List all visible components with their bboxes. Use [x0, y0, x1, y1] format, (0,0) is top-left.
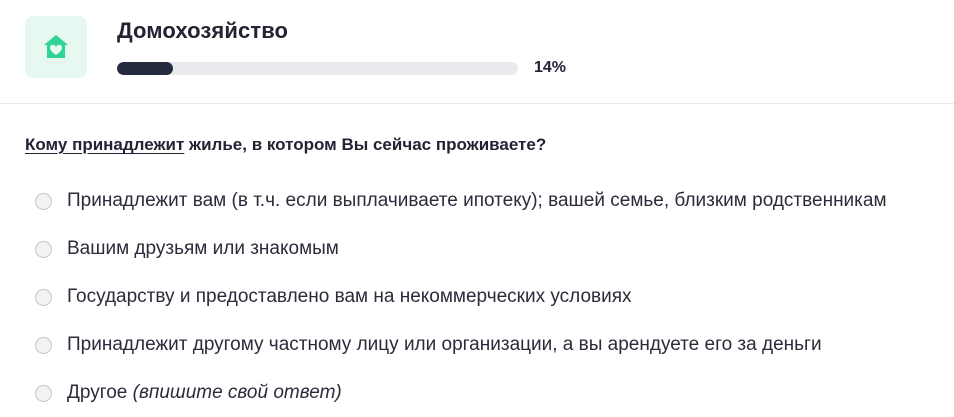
house-heart-icon	[44, 35, 68, 58]
radio-button[interactable]	[35, 192, 52, 210]
answer-option-label: Принадлежит другому частному лицу или ор…	[67, 334, 822, 355]
progress-bar	[117, 62, 518, 75]
answer-option-label: Государству и предоставлено вам на неком…	[67, 286, 632, 307]
answer-option-hint: (впишите свой ответ)	[132, 382, 342, 403]
question-text-rest: жилье, в котором Вы сейчас проживаете?	[184, 135, 547, 154]
answer-option-other[interactable]: Другое (впишите свой ответ)	[35, 369, 887, 417]
answer-options: Принадлежит вам (в т.ч. если выплачивает…	[35, 177, 887, 417]
answer-option[interactable]: Вашим друзьям или знакомым	[35, 225, 887, 273]
radio-button[interactable]	[35, 384, 52, 402]
question-term-link[interactable]: Кому принадлежит	[25, 135, 184, 154]
answer-option-label: Другое (впишите свой ответ)	[67, 382, 342, 404]
progress-bar-fill	[117, 62, 174, 75]
answer-option[interactable]: Принадлежит другому частному лицу или ор…	[35, 321, 887, 369]
answer-option[interactable]: Принадлежит вам (в т.ч. если выплачивает…	[35, 177, 887, 225]
radio-button[interactable]	[35, 336, 52, 354]
question-text: Кому принадлежит жилье, в котором Вы сей…	[25, 135, 546, 155]
progress-percent: 14%	[534, 59, 567, 76]
answer-option[interactable]: Государству и предоставлено вам на неком…	[35, 273, 887, 321]
answer-option-other-label: Другое	[67, 382, 133, 403]
section-title: Домохозяйство	[117, 18, 289, 43]
answer-option-label: Вашим друзьям или знакомым	[67, 238, 339, 259]
answer-option-label: Принадлежит вам (в т.ч. если выплачивает…	[67, 190, 887, 211]
survey-header: Домохозяйство 14%	[0, 0, 954, 104]
section-icon-tile	[25, 16, 87, 78]
radio-button[interactable]	[35, 240, 52, 258]
radio-button[interactable]	[35, 288, 52, 306]
